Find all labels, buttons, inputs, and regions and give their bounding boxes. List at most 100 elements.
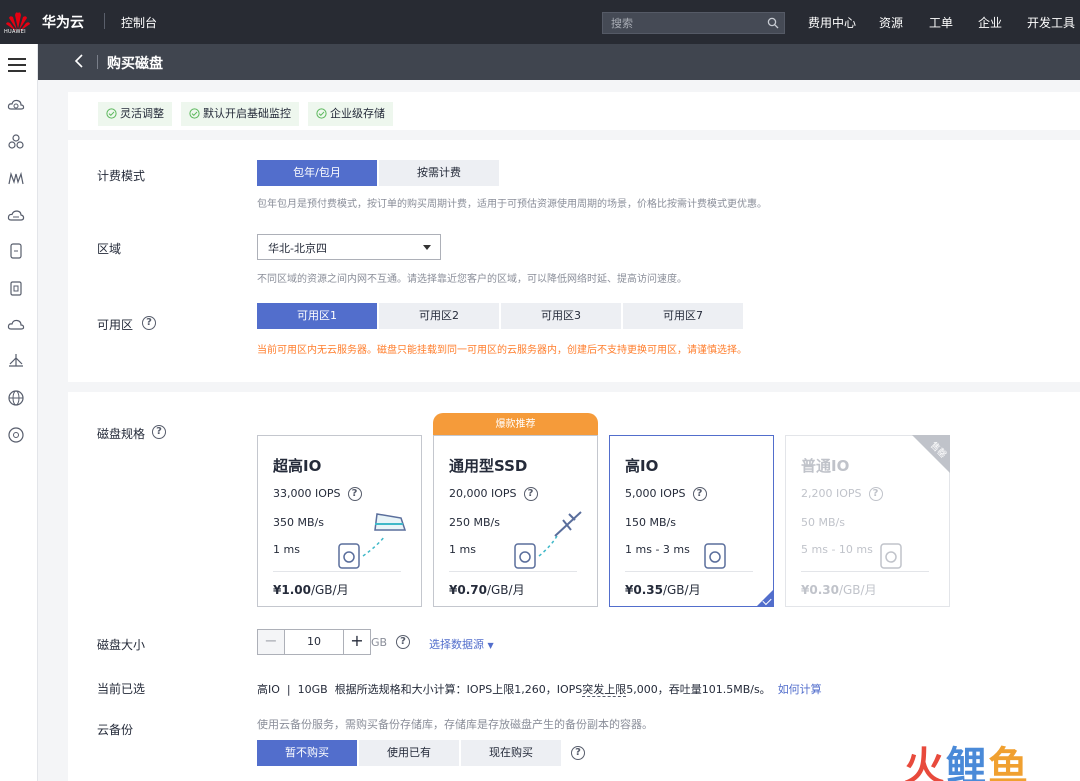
help-icon[interactable]: ? bbox=[396, 635, 410, 649]
watermark-char: 鱼 bbox=[988, 744, 1030, 781]
disk-type-card-high-io[interactable]: 高IO 5,000 IOPS ? 150 MB/s 1 ms - 3 ms ¥0… bbox=[609, 435, 774, 607]
disk-type-name: 高IO bbox=[625, 457, 659, 475]
back-arrow-icon[interactable] bbox=[74, 54, 84, 68]
storage-icon[interactable] bbox=[7, 242, 25, 260]
feature-label: 灵活调整 bbox=[120, 107, 164, 120]
disk-throughput: 350 MB/s bbox=[273, 516, 324, 529]
how-to-calculate-link[interactable]: 如何计算 bbox=[778, 683, 822, 696]
divider bbox=[449, 571, 577, 572]
disk-price: ¥1.00/GB/月 bbox=[273, 583, 349, 597]
caret-down-icon bbox=[423, 245, 431, 250]
disk-size-unit: GB bbox=[371, 636, 388, 649]
files-icon[interactable] bbox=[7, 279, 25, 297]
help-icon[interactable]: ? bbox=[571, 746, 585, 760]
billing-hint: 包年包月是预付费模式，按订单的购买周期计费，适用于可预估资源使用周期的场景，价格… bbox=[257, 199, 767, 210]
disk-iops: 2,200 IOPS ? bbox=[801, 487, 883, 501]
nav-billing-center[interactable]: 费用中心 bbox=[808, 14, 856, 31]
az-warning: 当前可用区内无云服务器。磁盘只能挂载到同一可用区的云服务器内，创建后不支持更换可… bbox=[257, 345, 747, 356]
help-icon[interactable]: ? bbox=[142, 316, 156, 330]
logo-text: HUAWEI bbox=[4, 29, 26, 35]
az-option-2[interactable]: 可用区2 bbox=[379, 303, 499, 329]
help-icon[interactable]: ? bbox=[523, 487, 538, 501]
region-select[interactable]: 华北-北京四 bbox=[257, 234, 441, 260]
brand-name[interactable]: 华为云 bbox=[42, 12, 84, 32]
disk-type-card-ultra-high-io[interactable]: 超高IO 33,000 IOPS ? 350 MB/s 1 ms ¥1.00/G… bbox=[257, 435, 422, 607]
disk-iops: 5,000 IOPS ? bbox=[625, 487, 707, 501]
region-label: 区域 bbox=[97, 242, 122, 256]
disk-size-stepper: − 10 + bbox=[257, 629, 371, 655]
cloud-backup-label: 云备份 bbox=[97, 723, 134, 737]
settings-icon[interactable] bbox=[7, 426, 25, 444]
check-circle-icon bbox=[316, 108, 327, 119]
increment-button[interactable]: + bbox=[344, 630, 370, 654]
hot-recommend-badge: 爆款推荐 bbox=[433, 413, 598, 436]
sidebar bbox=[0, 44, 38, 781]
menu-icon[interactable] bbox=[8, 58, 26, 72]
region-value: 华北-北京四 bbox=[268, 242, 327, 255]
disk-latency: 1 ms bbox=[273, 543, 300, 556]
search-box[interactable] bbox=[602, 12, 785, 34]
region-hint: 不同区域的资源之间内网不互通。请选择靠近您客户的区域，可以降低网络时延、提高访问… bbox=[257, 274, 687, 285]
backup-option-not-buy[interactable]: 暂不购买 bbox=[257, 740, 357, 766]
watermark-char: 火 bbox=[904, 744, 946, 781]
cloud-icon[interactable] bbox=[7, 96, 25, 114]
feature-badge: 企业级存储 bbox=[308, 102, 393, 126]
network-icon[interactable] bbox=[7, 352, 25, 370]
help-icon: ? bbox=[868, 487, 883, 501]
az-option-7[interactable]: 可用区7 bbox=[623, 303, 743, 329]
cloud-outline-icon[interactable] bbox=[7, 316, 25, 334]
nav-enterprise[interactable]: 企业 bbox=[978, 14, 1002, 31]
backup-option-buy-now[interactable]: 现在购买 bbox=[461, 740, 561, 766]
watermark-char: 鲤 bbox=[946, 744, 988, 781]
features-card: 灵活调整 默认开启基础监控 企业级存储 bbox=[68, 92, 1080, 130]
disk-price: ¥0.30/GB/月 bbox=[801, 583, 877, 597]
disk-size-input[interactable]: 10 bbox=[284, 630, 344, 654]
divider bbox=[273, 571, 401, 572]
top-bar: HUAWEI 华为云 控制台 费用中心 资源 工单 企业 开发工具 bbox=[0, 0, 1080, 44]
az-option-1[interactable]: 可用区1 bbox=[257, 303, 377, 329]
disk-iops: 33,000 IOPS ? bbox=[273, 487, 362, 501]
nav-tickets[interactable]: 工单 bbox=[929, 14, 953, 31]
decrement-button[interactable]: − bbox=[258, 630, 284, 654]
billing-mode-selector: 包年/包月 按需计费 bbox=[257, 160, 501, 186]
cloud-disk-icon[interactable] bbox=[7, 206, 25, 224]
disk-throughput: 250 MB/s bbox=[449, 516, 500, 529]
page-header: 购买磁盘 bbox=[38, 44, 1080, 80]
brand-icon[interactable] bbox=[7, 170, 25, 188]
disk-type-card-general-ssd[interactable]: 通用型SSD 20,000 IOPS ? 250 MB/s 1 ms ¥0.70… bbox=[433, 435, 598, 607]
backup-option-use-existing[interactable]: 使用已有 bbox=[359, 740, 459, 766]
divider bbox=[625, 571, 753, 572]
help-icon[interactable]: ? bbox=[692, 487, 707, 501]
cloud-backup-selector: 暂不购买 使用已有 现在购买 bbox=[257, 740, 563, 766]
disk-price: ¥0.70/GB/月 bbox=[449, 583, 525, 597]
console-link[interactable]: 控制台 bbox=[121, 14, 157, 31]
airplane-icon bbox=[514, 511, 582, 569]
divider bbox=[104, 13, 105, 29]
current-selection-summary: 高IO | 10GB 根据所选规格和大小计算：IOPS上限1,260，IOPS突… bbox=[257, 683, 822, 697]
nav-resources[interactable]: 资源 bbox=[879, 14, 903, 31]
globe-icon[interactable] bbox=[7, 389, 25, 407]
disk-icon bbox=[880, 543, 902, 569]
az-option-3[interactable]: 可用区3 bbox=[501, 303, 621, 329]
select-data-source-link[interactable]: 选择数据源 ▼ bbox=[429, 636, 494, 652]
disk-type-name: 普通IO bbox=[801, 457, 850, 475]
divider bbox=[801, 571, 929, 572]
watermark-logo: 火鲤鱼 bbox=[904, 734, 1030, 781]
help-icon[interactable]: ? bbox=[152, 425, 166, 439]
search-input[interactable] bbox=[603, 13, 763, 33]
billing-option-yearly-monthly[interactable]: 包年/包月 bbox=[257, 160, 377, 186]
billing-mode-label: 计费模式 bbox=[97, 169, 146, 183]
billing-option-pay-per-use[interactable]: 按需计费 bbox=[379, 160, 499, 186]
cloud-backup-hint: 使用云备份服务，需购买备份存储库，存储库是存放磁盘产生的备份副本的容器。 bbox=[257, 718, 653, 731]
page-title: 购买磁盘 bbox=[107, 56, 163, 72]
disk-latency: 1 ms - 3 ms bbox=[625, 543, 690, 556]
current-selection-label: 当前已选 bbox=[97, 682, 146, 696]
help-icon[interactable]: ? bbox=[347, 487, 362, 501]
disk-icon bbox=[704, 543, 726, 569]
nav-dev-tools[interactable]: 开发工具 bbox=[1027, 14, 1075, 31]
disk-throughput: 150 MB/s bbox=[625, 516, 676, 529]
cluster-icon[interactable] bbox=[7, 133, 25, 151]
search-icon[interactable] bbox=[767, 17, 779, 29]
disk-type-card-common-io: 普通IO 2,200 IOPS ? 50 MB/s 5 ms - 10 ms ¥… bbox=[785, 435, 950, 607]
check-circle-icon bbox=[106, 108, 117, 119]
